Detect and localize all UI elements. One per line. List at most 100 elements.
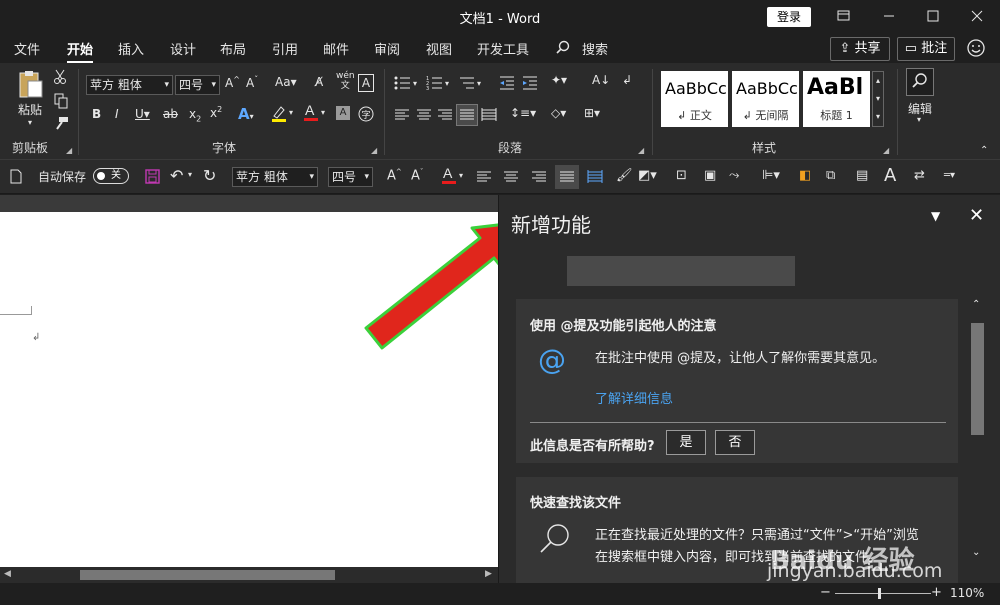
chinese-layout-icon[interactable]: ✦▾ [551,73,567,87]
qat-shrink-font-button[interactable]: Aˇ [411,168,423,183]
change-case-button[interactable]: Aa▾ [275,75,297,89]
learn-more-link[interactable]: 了解详细信息 [595,388,673,407]
scroll-left-icon[interactable]: ◀ [4,569,11,579]
justify-icon[interactable] [456,104,478,126]
zoom-out-icon[interactable]: − [820,585,831,600]
pane-scroll-thumb[interactable] [971,323,984,435]
scroll-up-icon[interactable]: ⌃ [972,299,980,310]
no-button[interactable]: 否 [715,430,755,455]
qat-align-objects-icon[interactable]: ⊫▾ [762,168,780,183]
qat-align-right-icon[interactable] [531,170,547,184]
undo-icon[interactable]: ↶ [170,166,183,185]
qat-align-left-icon[interactable] [476,170,492,184]
yes-button[interactable]: 是 [666,430,706,455]
undo-dropdown-icon[interactable]: ▾ [188,170,192,179]
search-label[interactable]: 搜索 [582,39,608,58]
autosave-toggle[interactable]: 关 [93,168,129,184]
tab-review[interactable]: 审阅 [374,39,400,58]
align-center-icon[interactable] [416,108,432,122]
minimize-icon[interactable] [866,0,912,33]
redo-icon[interactable]: ↻ [203,166,216,185]
share-button[interactable]: ⇪ 共享 [830,37,890,61]
comment-button[interactable]: ▭ 批注 [897,37,955,61]
shrink-font-button[interactable]: Aˇ [246,75,258,90]
horizontal-scrollbar[interactable]: ◀ ▶ [0,567,498,583]
styles-scroll[interactable]: ▴ ▾ ▾ [872,71,884,127]
zoom-level[interactable]: 110% [950,586,984,600]
underline-button[interactable]: U▾ [135,107,150,121]
new-document-icon[interactable] [10,169,22,184]
maximize-icon[interactable] [910,0,956,33]
save-icon[interactable] [145,169,160,184]
zoom-in-icon[interactable]: + [931,585,942,600]
qat-text-style-icon[interactable]: A [884,165,896,186]
qat-font-color-button[interactable]: A ▾ [440,165,466,185]
format-painter-icon[interactable] [53,116,69,132]
feedback-smiley-icon[interactable] [966,38,986,58]
line-spacing-icon[interactable]: ↕≡▾ [510,106,536,120]
tab-layout[interactable]: 布局 [220,39,246,58]
tab-home[interactable]: 开始 [67,39,94,64]
qat-align-center-icon[interactable] [503,170,519,184]
align-right-icon[interactable] [437,108,453,122]
search-icon[interactable] [556,40,570,54]
borders-icon[interactable]: ⊞▾ [584,106,600,120]
styles-launcher-icon[interactable]: ◢ [883,146,889,155]
style-heading-1[interactable]: AaBl 标题 1 [803,71,870,127]
cut-icon[interactable] [53,69,67,85]
font-size-select[interactable]: 四号 ▾ [175,75,220,95]
enclose-characters-icon[interactable]: 字 [357,105,375,123]
tab-mailings[interactable]: 邮件 [323,39,349,58]
character-border-icon[interactable]: A [358,74,374,92]
restore-icon[interactable] [820,0,866,33]
qat-shapes-icon[interactable]: ◩▾ [638,168,657,183]
qat-format-painter-icon[interactable]: 🖌 [616,168,633,183]
strikethrough-button[interactable]: ab [163,107,178,121]
font-name-select[interactable]: 苹方 粗体 ▾ [86,75,173,95]
tab-design[interactable]: 设计 [170,39,196,58]
sort-icon[interactable]: A↓ [592,73,610,87]
zoom-slider[interactable] [835,593,931,594]
style-no-spacing[interactable]: AaBbCcI ↲ 无间隔 [732,71,799,127]
increase-indent-icon[interactable] [521,75,539,91]
highlight-color-button[interactable]: ▾ [270,105,296,123]
qat-bring-forward-icon[interactable]: ◧ [799,168,811,183]
bold-button[interactable]: B [92,107,101,121]
pane-options-icon[interactable]: ▼ [931,209,940,223]
align-left-icon[interactable] [394,108,410,122]
scroll-right-icon[interactable]: ▶ [485,569,492,579]
tab-file[interactable]: 文件 [14,39,40,58]
editing-dropdown-icon[interactable]: ▾ [917,115,921,124]
qat-link-icon[interactable]: ⤳ [729,168,739,183]
qat-textbox-icon[interactable]: ⊡ [676,168,687,183]
tab-developer[interactable]: 开发工具 [477,39,529,58]
font-color-button[interactable]: A ▾ [302,103,328,123]
paste-button[interactable]: 粘贴 ▾ [12,69,48,127]
qat-more-icon[interactable]: ⇄ [914,168,925,183]
multilevel-list-icon[interactable]: ▾ [458,75,486,91]
find-icon[interactable] [906,68,934,96]
clipboard-launcher-icon[interactable]: ◢ [66,146,72,155]
character-shading-icon[interactable]: A [336,106,350,120]
close-icon[interactable] [954,0,1000,33]
qat-send-backward-icon[interactable]: ⧉ [826,168,835,183]
collapse-ribbon-icon[interactable]: ⌃ [980,145,988,156]
login-button[interactable]: 登录 [767,7,811,27]
qat-wrap-text-icon[interactable]: ▤ [856,168,868,183]
qat-distributed-icon[interactable] [587,170,603,184]
bullets-icon[interactable]: ▾ [394,75,422,91]
horizontal-scroll-thumb[interactable] [80,570,335,580]
text-effects-button[interactable]: A▾ [238,105,254,123]
qat-customize-icon[interactable]: ═▾ [944,170,955,181]
phonetic-guide-icon[interactable]: wén 文 [336,71,355,91]
tab-references[interactable]: 引用 [272,39,298,58]
style-normal[interactable]: AaBbCcI ↲ 正文 [661,71,728,127]
qat-grow-font-button[interactable]: A^ [387,168,402,183]
qat-font-size-select[interactable]: 四号 ▾ [328,167,373,187]
paragraph-launcher-icon[interactable]: ◢ [638,146,644,155]
zoom-slider-thumb[interactable] [878,588,881,599]
pane-vertical-scrollbar[interactable]: ⌃ ⌄ [969,295,986,570]
clear-format-icon[interactable]: A̸ [315,75,323,89]
pane-close-icon[interactable]: ✕ [969,205,984,226]
grow-font-button[interactable]: A^ [225,75,240,90]
